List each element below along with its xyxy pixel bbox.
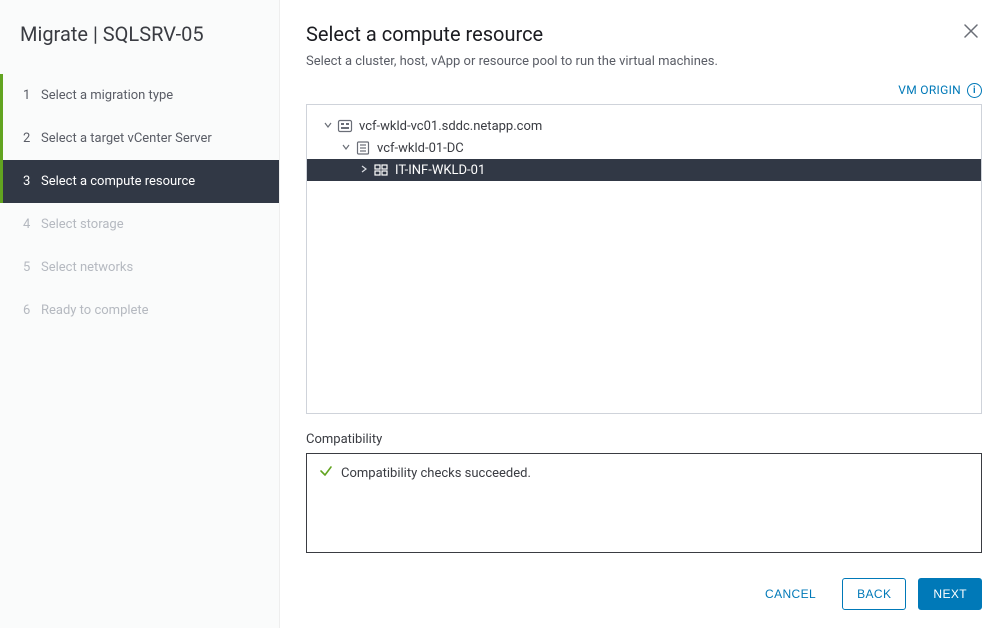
tree-node-cluster[interactable]: IT-INF-WKLD-01 [307, 159, 981, 181]
step-label: Select a compute resource [41, 174, 195, 189]
step-label: Select a migration type [41, 88, 173, 103]
tree-node-label: vcf-wkld-vc01.sddc.netapp.com [359, 119, 542, 134]
wizard-vm-name: SQLSRV-05 [103, 22, 204, 46]
tree-node-label: IT-INF-WKLD-01 [395, 163, 485, 178]
step-select-compute-resource[interactable]: 3 Select a compute resource [0, 160, 279, 203]
wizard-title: Migrate | SQLSRV-05 [0, 0, 279, 74]
vm-origin-link[interactable]: VM ORIGIN i [898, 83, 982, 98]
checkmark-icon [319, 464, 333, 482]
info-icon: i [967, 83, 982, 98]
wizard-step-list: 1 Select a migration type 2 Select a tar… [0, 74, 279, 332]
step-number: 4 [23, 217, 41, 232]
wizard-main: Select a compute resource Select a clust… [280, 0, 1008, 628]
step-select-networks: 5 Select networks [0, 246, 279, 289]
compute-resource-tree[interactable]: vcf-wkld-vc01.sddc.netapp.com vcf-wkld-0… [306, 104, 982, 414]
step-number: 3 [23, 174, 41, 189]
tree-node-label: vcf-wkld-01-DC [377, 141, 464, 156]
datacenter-icon [355, 140, 371, 156]
close-button[interactable] [960, 22, 982, 44]
step-number: 2 [23, 131, 41, 146]
page-title: Select a compute resource [306, 22, 543, 46]
page-subtitle: Select a cluster, host, vApp or resource… [306, 54, 982, 69]
cancel-button[interactable]: CANCEL [751, 579, 830, 609]
step-select-target-vcenter[interactable]: 2 Select a target vCenter Server [0, 117, 279, 160]
compatibility-box: Compatibility checks succeeded. [306, 453, 982, 553]
step-label: Select networks [41, 260, 133, 275]
step-label: Ready to complete [41, 303, 149, 318]
cluster-icon [373, 162, 389, 178]
vm-origin-row: VM ORIGIN i [306, 79, 982, 98]
back-button[interactable]: BACK [842, 578, 906, 610]
compatibility-message: Compatibility checks succeeded. [341, 466, 531, 481]
compatibility-status: Compatibility checks succeeded. [319, 464, 969, 482]
wizard-title-prefix: Migrate [20, 22, 88, 46]
step-number: 5 [23, 260, 41, 275]
vcenter-icon [337, 118, 353, 134]
wizard-sidebar: Migrate | SQLSRV-05 1 Select a migration… [0, 0, 280, 628]
step-number: 6 [23, 303, 41, 318]
title-row: Select a compute resource [306, 22, 982, 46]
tree-node-datacenter[interactable]: vcf-wkld-01-DC [307, 137, 981, 159]
compatibility-heading: Compatibility [306, 432, 982, 447]
wizard-footer: CANCEL BACK NEXT [306, 562, 982, 610]
close-icon [964, 24, 978, 38]
step-select-storage: 4 Select storage [0, 203, 279, 246]
step-label: Select a target vCenter Server [41, 131, 212, 146]
next-button[interactable]: NEXT [918, 578, 982, 610]
step-select-migration-type[interactable]: 1 Select a migration type [0, 74, 279, 117]
step-ready-to-complete: 6 Ready to complete [0, 289, 279, 332]
vm-origin-label: VM ORIGIN [898, 83, 961, 97]
step-label: Select storage [41, 217, 124, 232]
chevron-down-icon[interactable] [323, 121, 333, 132]
tree-node-vcenter[interactable]: vcf-wkld-vc01.sddc.netapp.com [307, 115, 981, 137]
wizard-dialog: Migrate | SQLSRV-05 1 Select a migration… [0, 0, 1008, 628]
chevron-down-icon[interactable] [341, 143, 351, 154]
step-number: 1 [23, 88, 41, 103]
chevron-right-icon[interactable] [359, 165, 369, 176]
